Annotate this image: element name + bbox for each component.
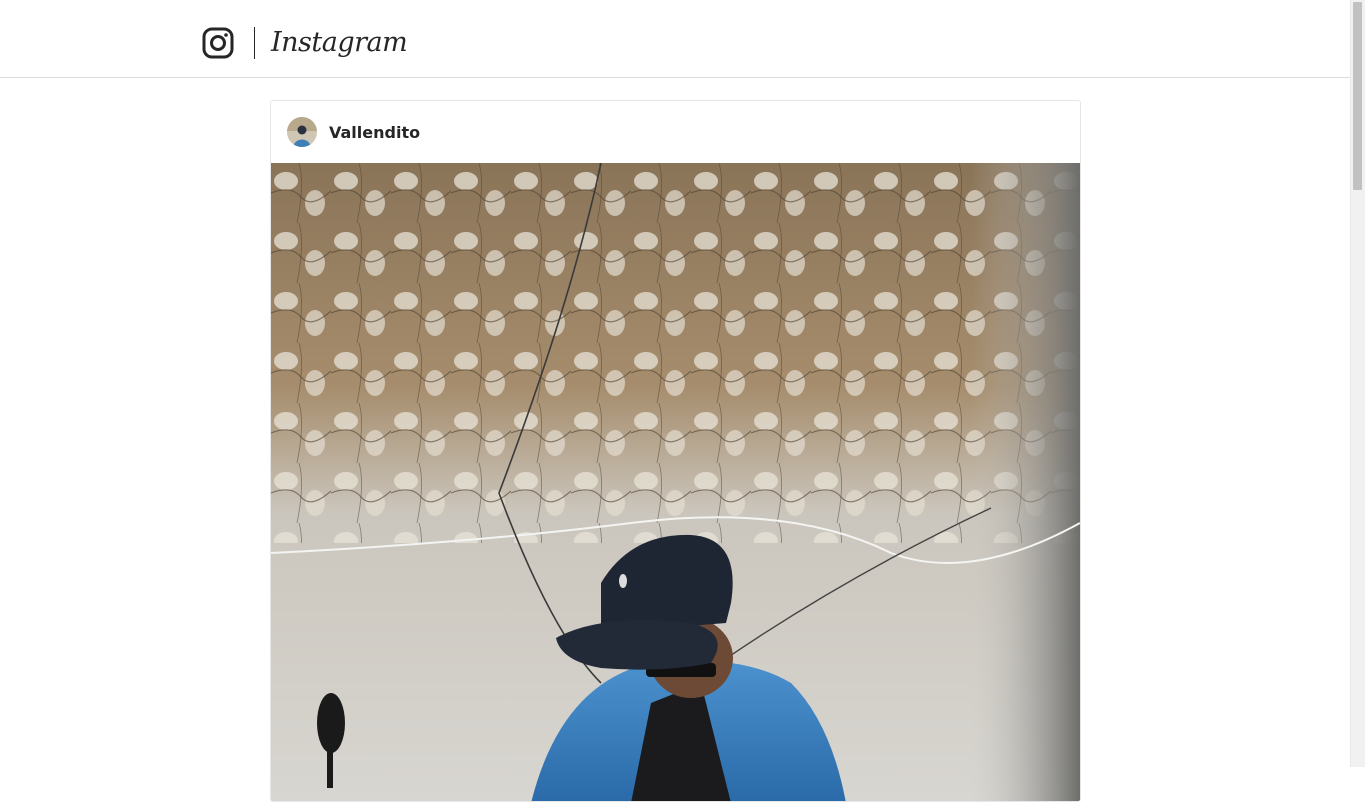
post-header: Vallendito (271, 101, 1080, 163)
top-navbar: Instagram (0, 0, 1350, 78)
instagram-wordmark[interactable]: Instagram (271, 26, 408, 60)
logo-divider (254, 27, 255, 59)
scrollbar-thumb[interactable] (1353, 2, 1362, 190)
page-scrollbar[interactable] (1350, 0, 1365, 767)
user-avatar[interactable] (287, 117, 317, 147)
post-card: Vallendito (270, 100, 1081, 802)
post-image[interactable] (271, 163, 1080, 802)
post-username[interactable]: Vallendito (329, 123, 420, 142)
brand[interactable]: Instagram (202, 26, 408, 60)
instagram-camera-icon[interactable] (202, 27, 234, 59)
